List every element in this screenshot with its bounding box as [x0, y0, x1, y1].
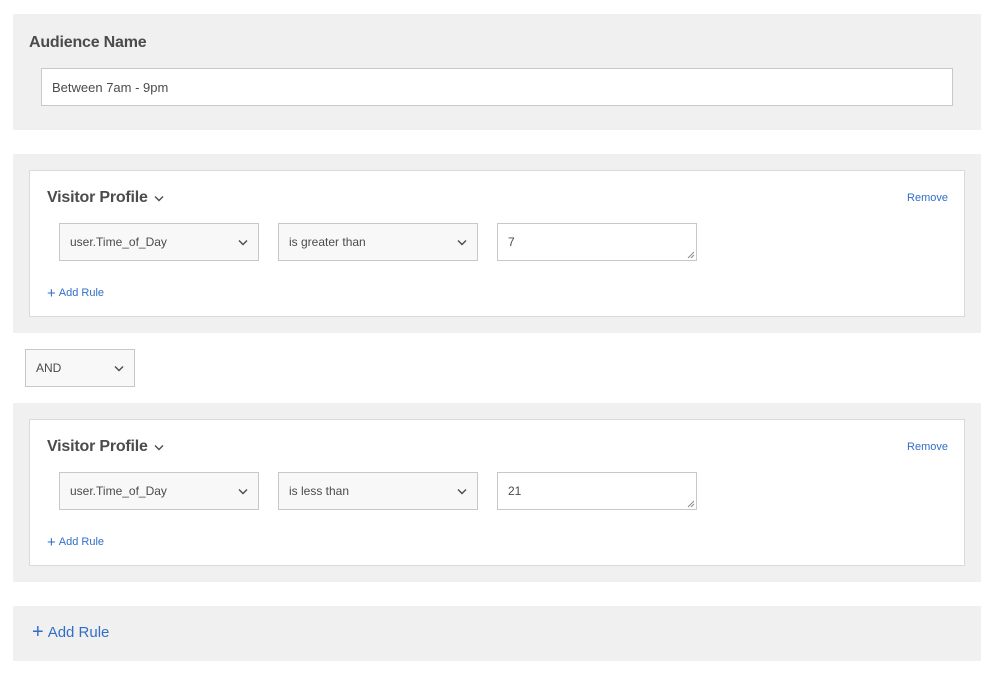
- add-rule-link[interactable]: + Add Rule: [47, 284, 105, 302]
- operator-select-value: is less than: [289, 484, 350, 498]
- resize-grip-icon[interactable]: [687, 500, 695, 508]
- plus-icon: +: [32, 621, 44, 643]
- combinator-value: AND: [36, 361, 62, 375]
- add-rule-group-label: Add Rule: [47, 624, 110, 641]
- chevron-down-icon: [457, 239, 467, 245]
- value-text: 21: [508, 484, 522, 498]
- attribute-select[interactable]: user.Time_of_Day: [59, 223, 259, 261]
- remove-link[interactable]: Remove: [907, 192, 948, 204]
- plus-icon: +: [47, 533, 56, 551]
- chevron-down-icon: [457, 488, 467, 494]
- chevron-down-icon: [238, 488, 248, 494]
- audience-name-title: Audience Name: [29, 34, 147, 51]
- value-textarea[interactable]: 7: [497, 223, 697, 261]
- rule-group-1: Visitor Profile Remove user.Time_of_Day …: [13, 154, 981, 333]
- chevron-down-icon: [238, 239, 248, 245]
- operator-select-value: is greater than: [289, 235, 366, 249]
- combinator-select[interactable]: AND: [25, 349, 135, 387]
- plus-icon: +: [47, 284, 56, 302]
- chevron-down-icon: [154, 445, 164, 451]
- attribute-select-value: user.Time_of_Day: [70, 484, 167, 498]
- visitor-profile-dropdown[interactable]: Visitor Profile: [47, 189, 164, 207]
- add-rule-label: Add Rule: [58, 536, 105, 548]
- add-rule-link[interactable]: + Add Rule: [47, 533, 105, 551]
- add-rule-panel: + Add Rule: [13, 606, 981, 661]
- audience-name-panel: Audience Name: [13, 14, 981, 130]
- operator-select[interactable]: is less than: [278, 472, 478, 510]
- rule-card: Visitor Profile Remove user.Time_of_Day …: [29, 419, 965, 566]
- value-textarea[interactable]: 21: [497, 472, 697, 510]
- operator-select[interactable]: is greater than: [278, 223, 478, 261]
- attribute-select-value: user.Time_of_Day: [70, 235, 167, 249]
- card-title-label: Visitor Profile: [47, 438, 148, 455]
- rule-group-2: Visitor Profile Remove user.Time_of_Day …: [13, 403, 981, 582]
- attribute-select[interactable]: user.Time_of_Day: [59, 472, 259, 510]
- add-rule-label: Add Rule: [58, 287, 105, 299]
- card-title-label: Visitor Profile: [47, 189, 148, 206]
- remove-link[interactable]: Remove: [907, 441, 948, 453]
- visitor-profile-dropdown[interactable]: Visitor Profile: [47, 438, 164, 456]
- value-text: 7: [508, 235, 515, 249]
- chevron-down-icon: [154, 196, 164, 202]
- chevron-down-icon: [114, 365, 124, 371]
- resize-grip-icon[interactable]: [687, 251, 695, 259]
- audience-name-input[interactable]: [41, 68, 953, 106]
- add-rule-group-button[interactable]: + Add Rule: [32, 621, 110, 643]
- rule-card: Visitor Profile Remove user.Time_of_Day …: [29, 170, 965, 317]
